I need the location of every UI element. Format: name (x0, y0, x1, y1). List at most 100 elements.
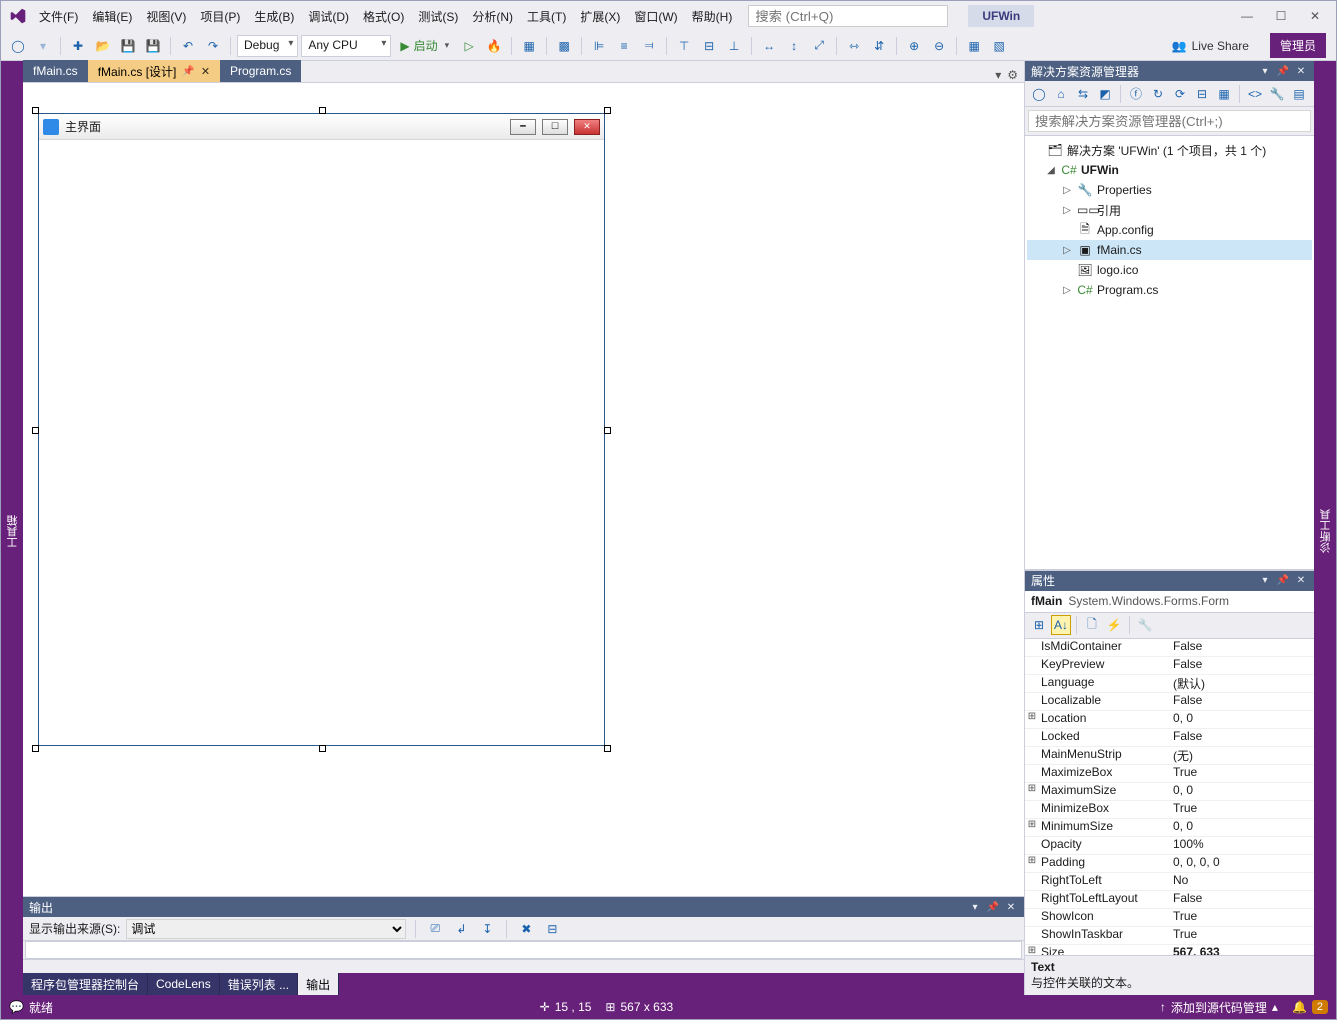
minimize-icon[interactable]: — (1230, 3, 1264, 29)
status-feedback-icon[interactable]: 💬 (9, 1000, 24, 1014)
property-row[interactable]: MainMenuStrip(无) (1025, 747, 1314, 765)
start-noDebug-icon[interactable]: ▷ (458, 35, 480, 57)
align-left-icon[interactable]: ⊫ (588, 35, 610, 57)
output-goto-icon[interactable]: ↧ (477, 919, 497, 939)
se-properties-icon[interactable]: 🔧 (1267, 84, 1287, 104)
align-top-icon[interactable]: ⊤ (673, 35, 695, 57)
redo-icon[interactable]: ↷ (202, 35, 224, 57)
property-row[interactable]: IsMdiContainerFalse (1025, 639, 1314, 657)
tree-program-node[interactable]: ▷C#Program.cs (1027, 280, 1312, 300)
property-row[interactable]: ⊞Size567, 633 (1025, 945, 1314, 956)
bell-icon[interactable]: 🔔 (1292, 1000, 1307, 1014)
menu-item[interactable]: 扩展(X) (574, 4, 626, 29)
live-share-button[interactable]: 👥Live Share (1162, 36, 1259, 56)
tree-logo-node[interactable]: 🖼logo.ico (1027, 260, 1312, 280)
hspace-icon[interactable]: ⇿ (843, 35, 865, 57)
property-row[interactable]: LockedFalse (1025, 729, 1314, 747)
forward-icon[interactable]: ▾ (32, 35, 54, 57)
se-sync-icon[interactable]: ↻ (1148, 84, 1168, 104)
undo-icon[interactable]: ↶ (177, 35, 199, 57)
align-grid-icon[interactable]: ▩ (553, 35, 575, 57)
se-scope-icon[interactable]: ◩ (1095, 84, 1115, 104)
config-combo[interactable]: Debug (237, 35, 298, 57)
document-tab[interactable]: Program.cs (220, 60, 301, 82)
start-button[interactable]: ▶启动▾ (394, 35, 455, 56)
bottom-tab[interactable]: CodeLens (148, 973, 220, 995)
se-code-icon[interactable]: <> (1245, 84, 1265, 104)
property-row[interactable]: Opacity100% (1025, 837, 1314, 855)
diagnostics-tab[interactable]: 诊断工具 (1316, 505, 1336, 557)
menu-item[interactable]: 窗口(W) (628, 4, 683, 29)
prop-alphabetical-icon[interactable]: A↓ (1051, 615, 1071, 635)
solution-search-input[interactable] (1028, 110, 1311, 132)
open-icon[interactable]: 📂 (92, 35, 114, 57)
save-icon[interactable]: 💾 (117, 35, 139, 57)
menu-item[interactable]: 格式(O) (357, 4, 410, 29)
tabs-settings-icon[interactable]: ⚙ (1007, 68, 1018, 82)
tabs-overflow-icon[interactable]: ▾ (995, 68, 1001, 82)
property-row[interactable]: RightToLeftNo (1025, 873, 1314, 891)
properties-object-combo[interactable]: fMainSystem.Windows.Forms.Form (1025, 591, 1314, 613)
bottom-tab[interactable]: 错误列表 ... (220, 973, 298, 995)
property-row[interactable]: ⊞MinimumSize0, 0 (1025, 819, 1314, 837)
toolbox-tab[interactable]: 工具箱 (3, 511, 23, 552)
menu-item[interactable]: 项目(P) (194, 4, 246, 29)
menu-item[interactable]: 工具(T) (521, 4, 572, 29)
panel-close-icon[interactable]: ✕ (1004, 902, 1018, 913)
bottom-tab[interactable]: 程序包管理器控制台 (23, 973, 148, 995)
prop-properties-icon[interactable]: 🗋 (1082, 615, 1102, 635)
property-row[interactable]: RightToLeftLayoutFalse (1025, 891, 1314, 909)
pin-icon[interactable]: 📌 (182, 66, 194, 77)
property-row[interactable]: LocalizableFalse (1025, 693, 1314, 711)
menu-item[interactable]: 生成(B) (248, 4, 300, 29)
panel-dropdown-icon[interactable]: ▾ (1258, 575, 1272, 586)
panel-dropdown-icon[interactable]: ▾ (968, 902, 982, 913)
tree-solution-node[interactable]: 🗂解决方案 'UFWin' (1 个项目，共 1 个) (1027, 140, 1312, 160)
size-height-icon[interactable]: ↕ (783, 35, 805, 57)
output-toggle-icon[interactable]: ⊟ (542, 919, 562, 939)
property-row[interactable]: ⊞MaximumSize0, 0 (1025, 783, 1314, 801)
tree-appconfig-node[interactable]: 🗎App.config (1027, 220, 1312, 240)
new-item-icon[interactable]: ✚ (67, 35, 89, 57)
output-text[interactable] (25, 941, 1022, 959)
document-tab[interactable]: fMain.cs [设计]📌✕ (88, 60, 220, 82)
close-icon[interactable]: ✕ (1298, 3, 1332, 29)
output-clear2-icon[interactable]: ✖ (516, 919, 536, 939)
property-row[interactable]: MinimizeBoxTrue (1025, 801, 1314, 819)
panel-pin-icon[interactable]: 📌 (1276, 66, 1290, 77)
se-preview-icon[interactable]: ▤ (1289, 84, 1309, 104)
scm-button[interactable]: ↑添加到源代码管理▴ (1160, 999, 1278, 1016)
property-row[interactable]: MaximizeBoxTrue (1025, 765, 1314, 783)
property-row[interactable]: KeyPreviewFalse (1025, 657, 1314, 675)
center-h-icon[interactable]: ⊕ (903, 35, 925, 57)
tree-fmain-node[interactable]: ▷▣fMain.cs (1027, 240, 1312, 260)
align-center-icon[interactable]: ≡ (613, 35, 635, 57)
save-all-icon[interactable]: 💾 (142, 35, 164, 57)
property-row[interactable]: Language(默认) (1025, 675, 1314, 693)
bottom-tab[interactable]: 输出 (298, 973, 339, 995)
prop-events-icon[interactable]: ⚡ (1104, 615, 1124, 635)
tab-close-icon[interactable]: ✕ (201, 65, 210, 78)
send-back-icon[interactable]: ▧ (988, 35, 1010, 57)
platform-combo[interactable]: Any CPU (301, 35, 391, 57)
se-collapse-icon[interactable]: ⊟ (1192, 84, 1212, 104)
prop-pages-icon[interactable]: 🔧 (1135, 615, 1155, 635)
se-back-icon[interactable]: ◯ (1029, 84, 1049, 104)
align-bottom-icon[interactable]: ⊥ (723, 35, 745, 57)
property-row[interactable]: ShowInTaskbarTrue (1025, 927, 1314, 945)
hot-reload-icon[interactable]: 🔥 (483, 35, 505, 57)
size-width-icon[interactable]: ↔ (758, 35, 780, 57)
form-designer-surface[interactable]: 主界面 ━ ☐ ✕ (23, 83, 1024, 896)
output-source-combo[interactable]: 调试 (126, 919, 406, 939)
properties-grid[interactable]: IsMdiContainerFalseKeyPreviewFalseLangua… (1025, 639, 1314, 956)
property-row[interactable]: ShowIconTrue (1025, 909, 1314, 927)
property-row[interactable]: ⊞Padding0, 0, 0, 0 (1025, 855, 1314, 873)
panel-dropdown-icon[interactable]: ▾ (1258, 66, 1272, 77)
size-both-icon[interactable]: ⤢ (808, 35, 830, 57)
output-hscroll[interactable] (23, 959, 1024, 973)
maximize-icon[interactable]: ☐ (1264, 3, 1298, 29)
output-wrap-icon[interactable]: ↲ (451, 919, 471, 939)
menu-item[interactable]: 帮助(H) (686, 4, 739, 29)
property-row[interactable]: ⊞Location0, 0 (1025, 711, 1314, 729)
se-refresh-icon[interactable]: ⟳ (1170, 84, 1190, 104)
